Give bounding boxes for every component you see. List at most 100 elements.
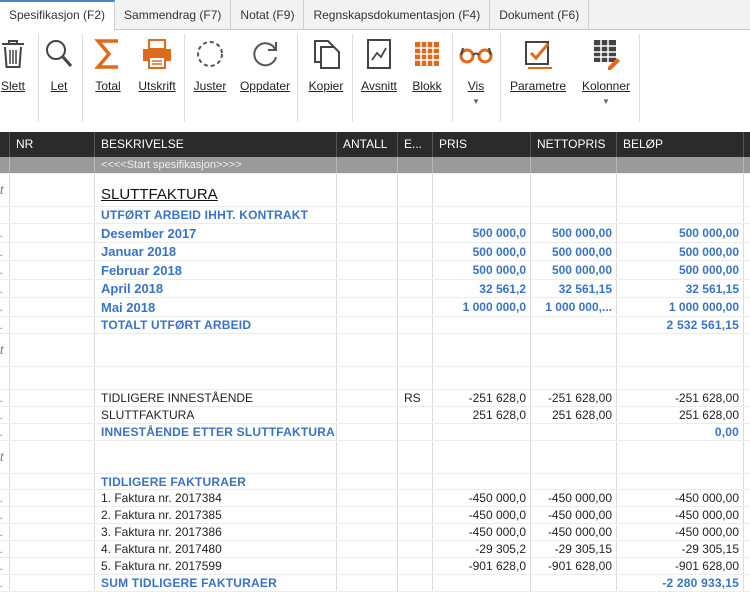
cell-beskrivelse[interactable]: 3. Faktura nr. 2017386	[95, 524, 337, 540]
cell-e[interactable]	[398, 317, 433, 333]
cell-extra[interactable]	[744, 280, 750, 297]
cell-antall[interactable]	[337, 474, 398, 489]
cell-extra[interactable]	[744, 441, 750, 473]
cell-nettopris[interactable]	[531, 157, 617, 173]
cell-belop[interactable]: -901 628,00	[617, 558, 744, 574]
table-row[interactable]: . TIDLIGERE INNESTÅENDE RS -251 628,0 -251 6…	[0, 390, 750, 407]
cell-e[interactable]	[398, 367, 433, 389]
header-pris[interactable]: PRIS	[433, 132, 531, 157]
cell-belop[interactable]: 500 000,00	[617, 224, 744, 242]
cell-belop[interactable]	[617, 207, 744, 223]
cell-pris[interactable]	[433, 207, 531, 223]
cell-nr[interactable]	[10, 243, 95, 260]
cell-e[interactable]	[398, 541, 433, 557]
cell-nr[interactable]	[10, 407, 95, 423]
cell-belop[interactable]	[617, 174, 744, 206]
cell-e[interactable]	[398, 424, 433, 440]
cell-pris[interactable]: -450 000,0	[433, 490, 531, 506]
cell-nr[interactable]	[10, 474, 95, 489]
cell-antall[interactable]	[337, 541, 398, 557]
cell-antall[interactable]	[337, 367, 398, 389]
cell-nr[interactable]	[10, 490, 95, 506]
cell-pris[interactable]	[433, 424, 531, 440]
cell-pris[interactable]: -450 000,0	[433, 524, 531, 540]
cell-beskrivelse[interactable]: 4. Faktura nr. 2017480	[95, 541, 337, 557]
cell-e[interactable]	[398, 524, 433, 540]
cell-pris[interactable]: 500 000,0	[433, 224, 531, 242]
cell-e[interactable]	[398, 157, 433, 173]
cell-belop[interactable]	[617, 334, 744, 366]
utskrift-button[interactable]: Utskrift	[134, 31, 180, 131]
table-row[interactable]: <<<<Start spesifikasjon>>>>	[0, 157, 750, 174]
cell-pris[interactable]	[433, 575, 531, 591]
cell-pris[interactable]	[433, 367, 531, 389]
cell-beskrivelse[interactable]: Mai 2018	[95, 298, 337, 316]
cell-beskrivelse[interactable]: 5. Faktura nr. 2017599	[95, 558, 337, 574]
cell-nettopris[interactable]: -450 000,00	[531, 507, 617, 523]
cell-pris[interactable]	[433, 441, 531, 473]
cell-extra[interactable]	[744, 174, 750, 206]
table-row[interactable]: . Mai 2018 1 000 000,0 1 000 000,... 1 000 0…	[0, 298, 750, 317]
cell-beskrivelse[interactable]: TIDLIGERE FAKTURAER	[95, 474, 337, 489]
cell-nettopris[interactable]: 251 628,00	[531, 407, 617, 423]
cell-belop[interactable]	[617, 367, 744, 389]
table-row[interactable]: . Januar 2018 500 000,0 500 000,00 500 000,0…	[0, 243, 750, 261]
oppdater-button[interactable]: Oppdater	[238, 31, 292, 131]
cell-pris[interactable]	[433, 317, 531, 333]
cell-extra[interactable]	[744, 390, 750, 406]
cell-pris[interactable]: 32 561,2	[433, 280, 531, 297]
cell-extra[interactable]	[744, 317, 750, 333]
total-button[interactable]: Total	[88, 31, 128, 131]
table-row[interactable]: TIDLIGERE FAKTURAER	[0, 474, 750, 490]
cell-nettopris[interactable]: -901 628,00	[531, 558, 617, 574]
cell-beskrivelse[interactable]	[95, 441, 337, 473]
cell-antall[interactable]	[337, 558, 398, 574]
cell-extra[interactable]	[744, 575, 750, 591]
cell-nr[interactable]	[10, 575, 95, 591]
cell-belop[interactable]: 2 532 561,15	[617, 317, 744, 333]
cell-beskrivelse[interactable]: 2. Faktura nr. 2017385	[95, 507, 337, 523]
cell-beskrivelse[interactable]: Februar 2018	[95, 261, 337, 279]
cell-nr[interactable]	[10, 298, 95, 316]
cell-antall[interactable]	[337, 261, 398, 279]
cell-e[interactable]	[398, 507, 433, 523]
cell-nettopris[interactable]	[531, 367, 617, 389]
parametre-button[interactable]: Parametre	[508, 31, 568, 131]
table-row[interactable]: . SUM TIDLIGERE FAKTURAER -2 280 933,15	[0, 575, 750, 592]
cell-beskrivelse[interactable]: 1. Faktura nr. 2017384	[95, 490, 337, 506]
cell-belop[interactable]: 0,00	[617, 424, 744, 440]
cell-beskrivelse[interactable]: April 2018	[95, 280, 337, 297]
cell-nettopris[interactable]: -450 000,00	[531, 490, 617, 506]
cell-antall[interactable]	[337, 407, 398, 423]
cell-beskrivelse[interactable]: SLUTTFAKTURA	[95, 174, 337, 206]
cell-e[interactable]	[398, 224, 433, 242]
cell-e[interactable]	[398, 575, 433, 591]
cell-extra[interactable]	[744, 224, 750, 242]
cell-e[interactable]	[398, 334, 433, 366]
tab-dokument[interactable]: Dokument (F6)	[490, 0, 590, 30]
tab-spesifikasjon[interactable]: Spesifikasjon (F2)	[0, 0, 116, 31]
cell-belop[interactable]: 500 000,00	[617, 261, 744, 279]
cell-beskrivelse[interactable]: SLUTTFAKTURA	[95, 407, 337, 423]
cell-beskrivelse[interactable]	[95, 334, 337, 366]
tab-sammendrag[interactable]: Sammendrag (F7)	[115, 0, 232, 30]
table-row[interactable]: . 4. Faktura nr. 2017480 -29 305,2 -29 305,…	[0, 541, 750, 558]
cell-e[interactable]	[398, 280, 433, 297]
cell-e[interactable]	[398, 207, 433, 223]
cell-antall[interactable]	[337, 390, 398, 406]
header-nettopris[interactable]: NETTOPRIS	[531, 132, 617, 157]
cell-pris[interactable]: -29 305,2	[433, 541, 531, 557]
cell-e[interactable]	[398, 474, 433, 489]
table-row[interactable]: . Februar 2018 500 000,0 500 000,00 500 000,…	[0, 261, 750, 280]
table-row[interactable]: t	[0, 334, 750, 367]
cell-extra[interactable]	[744, 367, 750, 389]
cell-nr[interactable]	[10, 424, 95, 440]
cell-antall[interactable]	[337, 224, 398, 242]
cell-nr[interactable]	[10, 317, 95, 333]
tab-notat[interactable]: Notat (F9)	[231, 0, 305, 30]
cell-nettopris[interactable]	[531, 207, 617, 223]
cell-nettopris[interactable]: 32 561,15	[531, 280, 617, 297]
cell-nettopris[interactable]	[531, 441, 617, 473]
vis-button[interactable]: Vis ▼	[456, 31, 496, 131]
cell-nr[interactable]	[10, 207, 95, 223]
